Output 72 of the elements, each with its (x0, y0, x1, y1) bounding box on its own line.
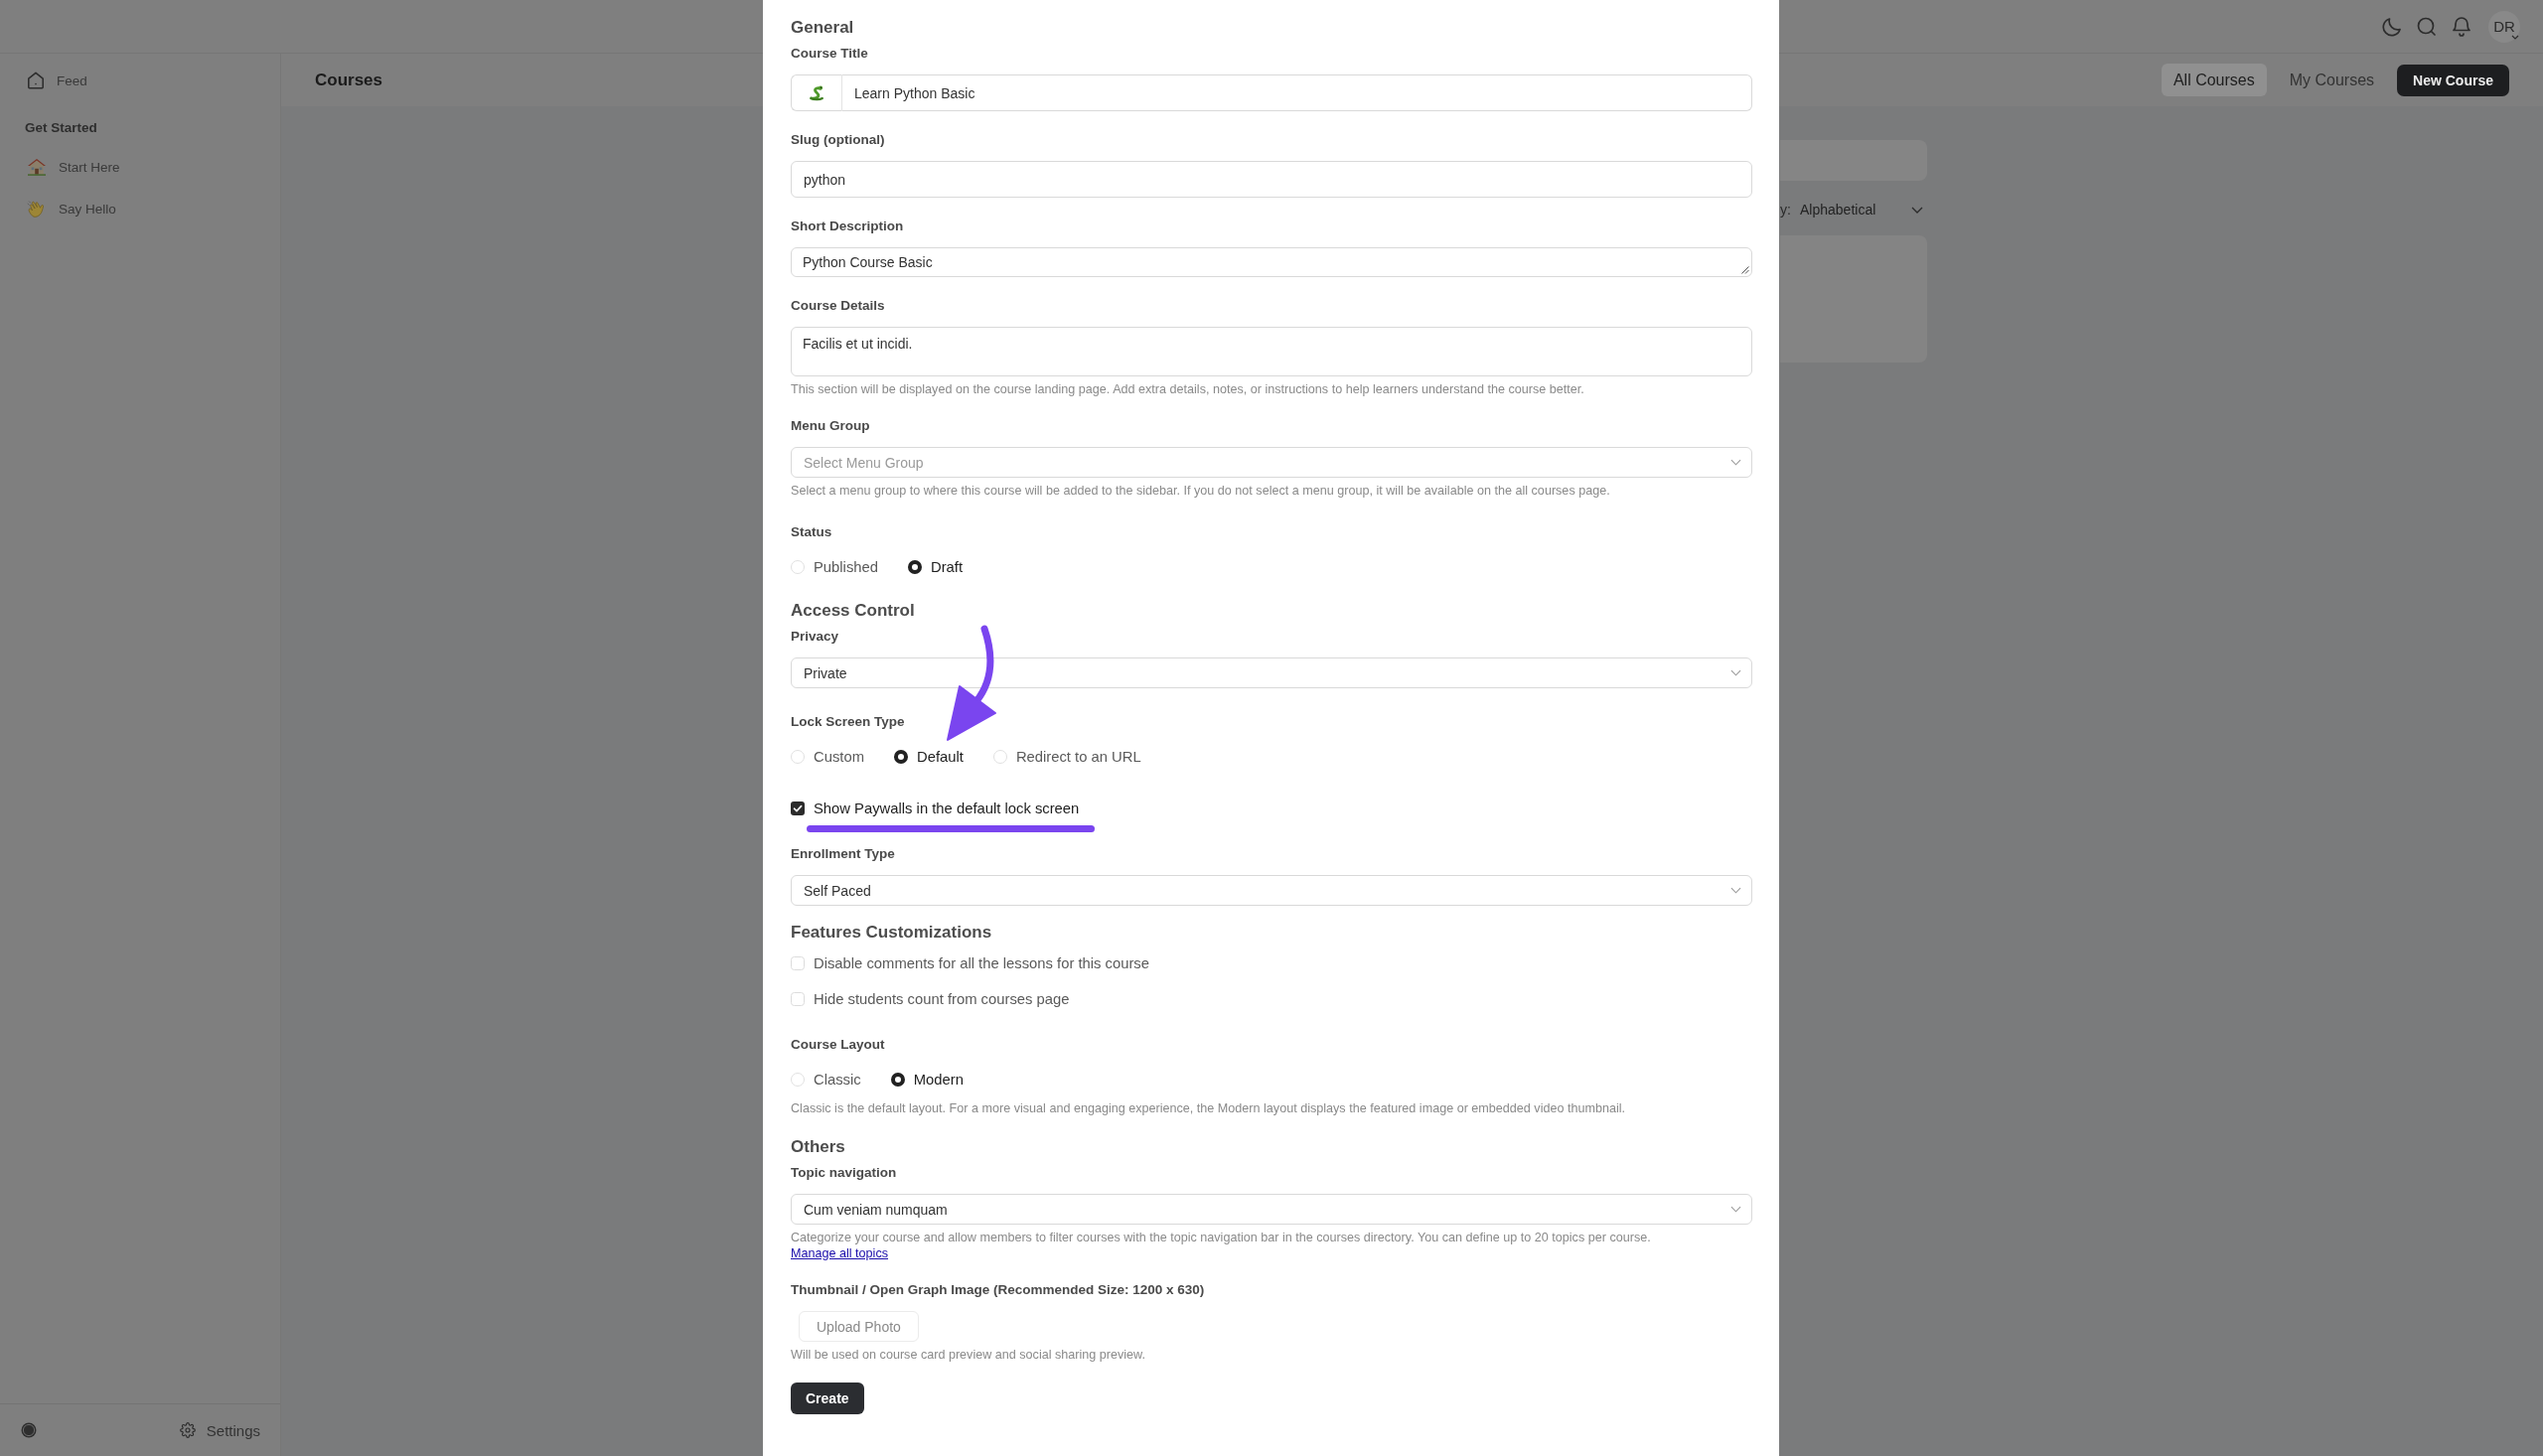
section-heading: Features Customizations (791, 922, 992, 944)
checkbox[interactable] (791, 956, 805, 970)
chevron-down-icon (1730, 669, 1741, 676)
snake-icon (808, 83, 825, 102)
chevron-down-icon (1730, 887, 1741, 894)
radio-button[interactable] (894, 750, 908, 764)
field-label: Privacy (791, 628, 839, 646)
text-input[interactable]: Learn Python Basic (842, 74, 1752, 111)
input-field[interactable] (1780, 140, 1927, 181)
new-course-button[interactable]: New Course (2397, 64, 2509, 96)
section-heading: General (791, 17, 854, 39)
textarea-field[interactable]: Python Course Basic (791, 247, 1752, 277)
section-heading: Others (791, 1136, 845, 1158)
resize-handle-icon (1741, 266, 1749, 274)
waving-hand-icon (27, 200, 47, 218)
topics-link[interactable]: Manage all topics (791, 1245, 888, 1261)
section-heading: Access Control (791, 600, 915, 622)
upload-button[interactable]: Upload Photo (799, 1311, 919, 1342)
field-label: Course Details (791, 297, 885, 315)
moon-icon[interactable] (2382, 16, 2402, 37)
emoji-button[interactable] (791, 74, 842, 111)
help-text: This section will be displayed on the course landing page. Add extra details, notes, or instructions to help learners understand the course better. (791, 381, 1584, 397)
radio-option[interactable]: Classic (791, 1071, 861, 1089)
select-dropdown[interactable]: Self Paced (791, 875, 1752, 906)
logo-icon (21, 1422, 37, 1438)
chevron-down-icon (1730, 459, 1741, 466)
field-label: Slug (optional) (791, 131, 885, 149)
help-text: Will be used on course card preview and social sharing preview. (791, 1347, 1145, 1363)
chevron-down-icon (1911, 206, 1923, 214)
avatar-button[interactable]: DR (2488, 10, 2520, 43)
text-input[interactable]: python (791, 161, 1752, 198)
field-label: Course Layout (791, 1036, 885, 1054)
create-button[interactable]: Create (791, 1383, 864, 1414)
field-label: Thumbnail / Open Graph Image (Recommended Size: 1200 x 630) (791, 1281, 1205, 1299)
search-icon[interactable] (2417, 16, 2437, 37)
tab[interactable]: All Courses (2161, 64, 2267, 96)
home-icon (27, 72, 45, 89)
radio-option[interactable]: Modern (890, 1071, 964, 1089)
field-label: Menu Group (791, 417, 870, 435)
field-label: Lock Screen Type (791, 713, 905, 731)
field-label: Enrollment Type (791, 845, 895, 863)
sidebar-section-title: Get Started (25, 119, 97, 137)
chevron-down-icon (1730, 1206, 1741, 1213)
bell-icon[interactable] (2452, 16, 2471, 37)
house-icon (27, 158, 47, 176)
checkbox[interactable] (791, 801, 805, 815)
page-title: Courses (315, 70, 383, 90)
radio-button[interactable] (890, 1073, 905, 1087)
checkbox[interactable] (791, 992, 805, 1006)
radio-option[interactable]: Redirect to an URL (992, 748, 1141, 766)
sort-label: y: (1780, 202, 1792, 218)
caret-icon (2511, 34, 2519, 40)
settings-icon (179, 1422, 196, 1438)
field-label: Status (791, 523, 832, 541)
checkbox-option[interactable]: Disable comments for all the lessons for this course (791, 954, 1149, 972)
select-dropdown[interactable]: Private (791, 657, 1752, 688)
radio-option[interactable]: Custom (791, 748, 864, 766)
help-text: Select a menu group to where this course will be added to the sidebar. If you do not select a menu group, it will be available on the all courses page. (791, 483, 1610, 499)
radio-button[interactable] (908, 560, 922, 574)
details-textarea[interactable]: Facilis et ut incidi. (791, 327, 1752, 376)
checkbox-option[interactable]: Show Paywalls in the default lock screen (791, 800, 1080, 817)
sort-dropdown[interactable]: Alphabetical (1800, 202, 1927, 218)
field-label: Short Description (791, 218, 904, 235)
help-text: Categorize your course and allow members to filter courses with the topic navigation bar in the courses directory. You can define up to 20 topics per course. (791, 1230, 1651, 1245)
radio-option[interactable]: Draft (908, 558, 964, 576)
field-label: Topic navigation (791, 1164, 897, 1182)
field-label: Course Title (791, 45, 868, 63)
checkbox-option[interactable]: Hide students count from courses page (791, 990, 1070, 1008)
help-text: Classic is the default layout. For a more visual and engaging experience, the Modern layout displays the featured image or embedded video thumbnail. (791, 1100, 1626, 1116)
select-dropdown[interactable]: Cum veniam numquam (791, 1194, 1752, 1225)
radio-option[interactable]: Default (894, 748, 964, 766)
radio-option[interactable]: Published (791, 558, 878, 576)
